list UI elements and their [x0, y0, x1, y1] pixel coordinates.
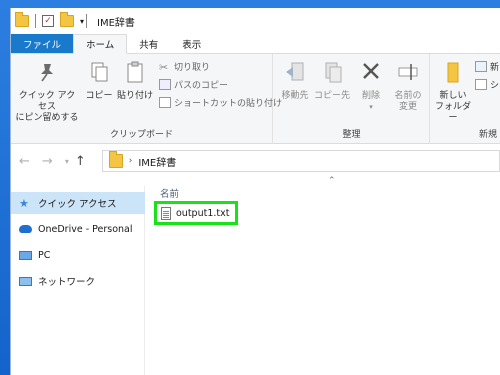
star-icon: ★	[19, 196, 29, 210]
rename-icon	[398, 64, 418, 80]
paste-shortcut-icon	[159, 97, 171, 108]
new-item-label: 新	[490, 63, 500, 73]
paste-shortcut-label: ショートカットの貼り付け	[174, 99, 283, 109]
folder-icon	[15, 12, 29, 27]
new-group: 新しい フォルダー 新 シ 新規	[431, 54, 500, 144]
cut-label: 切り取り	[174, 63, 211, 73]
nav-item-label: クイック アクセス	[38, 199, 117, 210]
file-list-pane: ⌃ 名前 output1.txt	[146, 176, 500, 375]
delete-x-icon	[363, 63, 379, 79]
divider	[86, 14, 88, 28]
up-arrow-icon[interactable]: ↑	[75, 154, 86, 169]
rename-button[interactable]: 名前の 変更	[390, 60, 426, 113]
move-to-label: 移動先	[281, 91, 309, 101]
new-folder-quick-icon[interactable]	[60, 12, 74, 27]
new-folder-label-line1: 新しい	[439, 91, 467, 101]
pin-icon	[41, 64, 53, 82]
pin-quick-access-button[interactable]: クイック アクセス にピン留めする	[15, 60, 79, 124]
divider	[35, 14, 36, 28]
new-item-button[interactable]: 新	[475, 60, 499, 73]
cloud-icon	[19, 225, 32, 233]
move-to-icon	[286, 62, 304, 81]
tab-file[interactable]: ファイル	[11, 34, 74, 53]
address-bar[interactable]: › IME辞書	[101, 150, 500, 172]
new-item-icon	[475, 61, 487, 72]
delete-label: 削除	[361, 91, 380, 101]
new-folder-icon	[447, 62, 459, 83]
copy-path-label: パスのコピー	[174, 81, 229, 91]
scissors-icon: ✂	[159, 61, 169, 74]
easy-access-button[interactable]: シ	[475, 78, 499, 91]
copy-to-button[interactable]: コピー先	[314, 60, 350, 102]
nav-item-label: ネットワーク	[38, 277, 96, 288]
nav-item-label: PC	[38, 249, 51, 261]
rename-label-line1: 名前の	[394, 91, 422, 101]
move-to-button[interactable]: 移動先	[278, 60, 312, 102]
file-item[interactable]: output1.txt	[154, 201, 238, 225]
forward-arrow-icon[interactable]: →	[42, 154, 53, 169]
chevron-right-icon[interactable]: ›	[129, 156, 133, 166]
properties-check-icon[interactable]: ✓	[42, 15, 54, 27]
copy-to-label: コピー先	[314, 91, 351, 101]
new-group-label: 新規	[479, 130, 498, 140]
file-name: output1.txt	[176, 207, 230, 219]
clipboard-group-label: クリップボード	[109, 130, 173, 140]
address-path[interactable]: IME辞書	[138, 154, 176, 169]
paste-clipboard-icon	[127, 61, 143, 83]
nav-item-pc[interactable]: PC	[11, 244, 145, 266]
paste-shortcut-button[interactable]: ショートカットの貼り付け	[159, 96, 282, 109]
tab-home[interactable]: ホーム	[73, 34, 128, 54]
pin-label-line2: にピン留めする	[15, 113, 79, 123]
quick-access-dropdown-icon[interactable]: ▾	[80, 17, 84, 26]
ribbon-tabs: ファイル ホーム 共有 表示	[11, 34, 500, 54]
ribbon: クイック アクセス にピン留めする コピー 貼り付け ✂ 切り取り パスのコピー…	[11, 54, 500, 144]
window-title: IME辞書	[97, 17, 135, 29]
text-file-icon	[161, 206, 171, 220]
folder-icon	[108, 151, 123, 168]
column-header-name[interactable]: 名前	[160, 186, 179, 200]
clipboard-group: クイック アクセス にピン留めする コピー 貼り付け ✂ 切り取り パスのコピー…	[11, 54, 282, 144]
explorer-window: ✓ ▾ IME辞書 ファイル ホーム 共有 表示 クイック アクセス にピン留め…	[10, 8, 500, 375]
copy-button[interactable]: コピー	[85, 60, 113, 102]
organize-group: 移動先 コピー先 削除 ▾ 名前の 変更 整理	[274, 54, 430, 144]
sort-up-icon: ⌃	[328, 176, 336, 186]
new-folder-label-line2: フォルダー	[434, 102, 471, 123]
back-arrow-icon[interactable]: ←	[19, 154, 30, 169]
cut-button[interactable]: ✂ 切り取り	[159, 60, 211, 74]
nav-item-quick-access[interactable]: ★ クイック アクセス	[11, 192, 145, 214]
tab-view[interactable]: 表示	[170, 34, 213, 53]
title-bar: ✓ ▾ IME辞書	[11, 8, 500, 34]
easy-access-icon	[475, 79, 487, 90]
copy-icon	[91, 62, 108, 82]
delete-dropdown-icon[interactable]: ▾	[356, 102, 386, 113]
easy-access-label: シ	[490, 81, 500, 91]
copy-label: コピー	[85, 91, 113, 101]
nav-item-network[interactable]: ネットワーク	[11, 270, 145, 292]
tab-share[interactable]: 共有	[127, 34, 170, 53]
rename-label-line2: 変更	[398, 102, 417, 112]
navigation-pane: ★ クイック アクセス OneDrive - Personal PC ネットワー…	[11, 186, 145, 375]
nav-item-onedrive[interactable]: OneDrive - Personal	[11, 218, 145, 240]
delete-button[interactable]: 削除 ▾	[356, 60, 386, 113]
recent-locations-icon[interactable]: ▾	[65, 157, 69, 166]
copy-path-button[interactable]: パスのコピー	[159, 78, 228, 91]
paste-button[interactable]: 貼り付け	[115, 60, 155, 102]
copy-path-icon	[159, 79, 171, 90]
network-icon	[19, 276, 32, 286]
organize-group-label: 整理	[342, 130, 361, 140]
content-area: ★ クイック アクセス OneDrive - Personal PC ネットワー…	[11, 176, 500, 375]
paste-label: 貼り付け	[116, 91, 153, 101]
address-bar-row: ← → ▾ ↑ › IME辞書	[11, 144, 500, 178]
monitor-icon	[19, 250, 32, 260]
nav-item-label: OneDrive - Personal	[38, 223, 133, 235]
pin-label-line1: クイック アクセス	[18, 91, 76, 112]
copy-to-icon	[325, 62, 342, 83]
new-folder-button[interactable]: 新しい フォルダー	[433, 60, 473, 124]
